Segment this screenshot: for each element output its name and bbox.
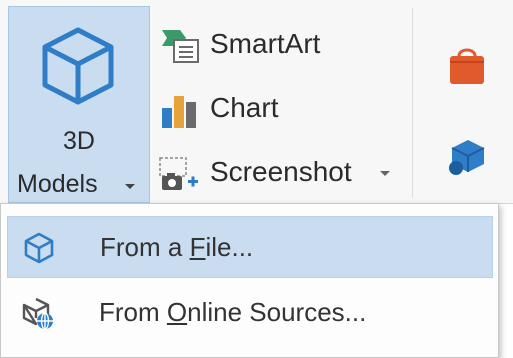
3d-models-button[interactable]: 3D Models (8, 6, 150, 203)
3d-models-dropdown-menu: From a File... From Online Sources... (0, 203, 499, 358)
smartart-label: SmartArt (210, 28, 321, 59)
store-bag-icon[interactable] (446, 42, 488, 86)
3d-models-label-line1: 3D (63, 127, 95, 155)
cube-icon (42, 27, 114, 105)
chart-button[interactable]: Chart (158, 88, 308, 132)
menu-item-from-file[interactable]: From a File... (7, 216, 493, 278)
cube-globe-icon (22, 297, 53, 330)
3d-models-label-line2: Models (17, 170, 98, 198)
insert-ribbon: 3D Models SmartArt Chart Screenshot (0, 0, 513, 204)
menu-item-label: From a File... (100, 232, 254, 262)
chart-label: Chart (210, 92, 279, 123)
camera-plus-icon (159, 157, 198, 190)
cube-icon (24, 232, 54, 264)
menu-item-from-online-sources[interactable]: From Online Sources... (7, 282, 493, 344)
screenshot-button[interactable]: Screenshot (158, 152, 403, 196)
menu-item-label: From Online Sources... (99, 297, 367, 327)
smartart-icon (162, 30, 199, 63)
chevron-down-icon[interactable] (380, 171, 390, 176)
bar-chart-icon (162, 96, 196, 128)
screenshot-label: Screenshot (210, 156, 352, 187)
smartart-button[interactable]: SmartArt (158, 24, 358, 68)
group-divider (412, 8, 413, 198)
addins-cubes-icon[interactable] (446, 136, 488, 178)
chevron-down-icon[interactable] (125, 184, 135, 189)
